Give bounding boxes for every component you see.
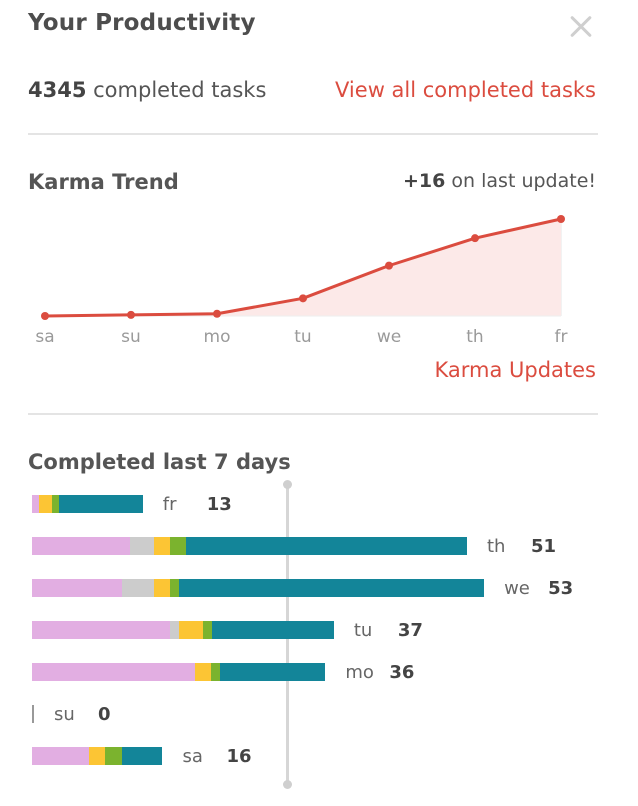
trend-x-label: th <box>466 327 483 347</box>
bar-row-mo[interactable]: mo 36 <box>32 661 415 683</box>
bar-day-label: tu <box>353 619 373 641</box>
bar-segment <box>121 747 163 765</box>
trend-x-label: su <box>121 327 141 347</box>
bar-day-label: th <box>486 535 506 557</box>
bar-row-we[interactable]: we 53 <box>32 577 574 599</box>
trend-point-su <box>127 310 135 319</box>
bar-segment <box>211 663 220 681</box>
bar-segment <box>194 663 212 681</box>
bar-segment <box>211 621 334 639</box>
trend-x-label: mo <box>204 327 231 347</box>
bar-segment <box>32 663 195 681</box>
bar-segment <box>186 537 467 555</box>
trend-x-label: tu <box>294 327 311 347</box>
trend-x-label: fr <box>555 327 568 347</box>
bar-segment <box>89 747 106 765</box>
bar-row-fr[interactable]: fr 13 <box>32 493 232 515</box>
bar-segment <box>32 495 39 513</box>
bar-day-label: we <box>504 577 530 599</box>
bar-day-label: sa <box>182 745 203 767</box>
bar-day-label: mo <box>345 661 374 683</box>
bar-segment <box>170 579 179 597</box>
bar-row-su[interactable]: su 0 <box>32 703 111 725</box>
bar-count-label: 16 <box>226 745 252 767</box>
bar-segment <box>178 621 204 639</box>
bar-count-label: 51 <box>530 535 557 557</box>
bar-segment <box>32 579 122 597</box>
bar-day-label: fr <box>162 493 177 515</box>
bar-segment <box>170 537 187 555</box>
bar-segment <box>153 579 171 597</box>
completed-7-days-title: Completed last 7 days <box>28 450 291 474</box>
karma-updates-link[interactable]: Karma Updates <box>434 358 596 382</box>
bar-axis-dot-top <box>283 480 292 489</box>
productivity-panel: Your Productivity 4345 completed tasks V… <box>0 0 638 806</box>
trend-point-mo <box>213 309 221 318</box>
bar-count-label: 13 <box>206 493 232 515</box>
bar-count-label: 0 <box>98 703 111 725</box>
trend-point-sa <box>41 312 49 320</box>
bar-segment <box>121 579 154 597</box>
bar-day-label: su <box>54 703 75 725</box>
bar-segment <box>38 495 53 513</box>
bar-count-label: 53 <box>548 577 574 599</box>
bar-segment <box>32 537 131 555</box>
bar-row-sa[interactable]: sa 16 <box>32 745 252 767</box>
trend-point-fr <box>557 215 565 223</box>
bar-segment <box>105 747 122 765</box>
trend-point-we <box>385 261 393 270</box>
bar-count-label: 37 <box>397 619 423 641</box>
bar-row-th[interactable]: th 51 <box>32 535 557 557</box>
bar-segment <box>32 747 90 765</box>
trend-x-label: sa <box>35 327 54 347</box>
trend-x-label: we <box>377 327 401 347</box>
bar-segment <box>52 495 60 513</box>
bar-segment <box>178 579 485 597</box>
bar-axis-dot-bottom <box>283 780 292 789</box>
bar-segment <box>153 537 171 555</box>
bar-segment-empty <box>32 705 34 723</box>
divider <box>28 413 598 415</box>
bar-segment <box>130 537 154 555</box>
bar-segment <box>170 621 179 639</box>
trend-point-th <box>471 234 479 243</box>
karma-trend-chart: sa su mo tu we th fr <box>35 215 568 347</box>
trend-point-tu <box>299 294 307 303</box>
bar-segment <box>203 621 212 639</box>
bar-segment <box>219 663 326 681</box>
bar-count-label: 36 <box>389 661 415 683</box>
bar-segment <box>59 495 143 513</box>
bar-segment <box>32 621 171 639</box>
bar-row-tu[interactable]: tu 37 <box>32 619 423 641</box>
